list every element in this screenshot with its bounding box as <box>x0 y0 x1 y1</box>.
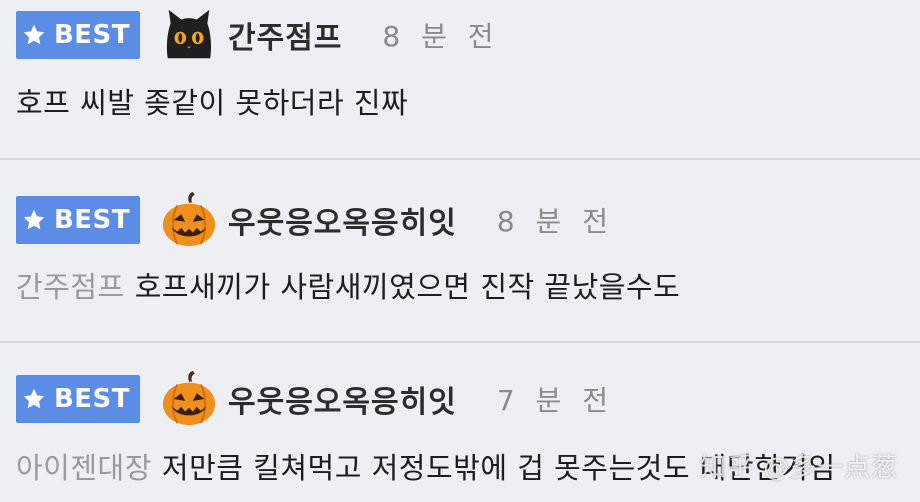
best-badge: BEST <box>16 375 140 423</box>
jack-o-lantern-icon[interactable] <box>160 370 218 428</box>
comment-text: 호프 씨발 좆같이 못하더라 진짜 <box>16 86 409 120</box>
timestamp: 7 분 전 <box>496 384 614 417</box>
comment-list: BEST 간주점프 8 분 전 호프 씨발 좆같이 못하더라 진짜 BEST 우… <box>0 0 920 502</box>
username[interactable]: 간주점프 <box>228 13 342 57</box>
comment-header: BEST 우웃응오옥응히잇 7 분 전 <box>16 369 614 429</box>
comment-header: BEST 간주점프 8 분 전 <box>16 5 500 65</box>
best-badge: BEST <box>16 11 140 59</box>
reply-to-username[interactable]: 간주점프 <box>16 270 125 304</box>
comment-body: 간주점프 호프새끼가 사람새끼였으면 진작 끝났을수도 <box>16 264 680 306</box>
jack-o-lantern-icon[interactable] <box>160 191 218 249</box>
badge-label: BEST <box>53 384 131 414</box>
comment-item: BEST 우웃응오옥응히잇 8 분 전 간주점프 호프새끼가 사람새끼였으면 진작… <box>0 160 920 341</box>
best-badge: BEST <box>16 196 140 244</box>
timestamp: 8 분 전 <box>382 20 500 53</box>
badge-label: BEST <box>53 20 131 50</box>
reply-to-username[interactable]: 아이젠대장 <box>16 451 152 485</box>
username[interactable]: 우웃응오옥응히잇 <box>228 377 457 421</box>
comment-text: 호프새끼가 사람새끼였으면 진작 끝났을수도 <box>134 270 681 304</box>
username[interactable]: 우웃응오옥응히잇 <box>228 198 457 242</box>
star-icon <box>23 388 45 409</box>
watermark: 知乎 @多一点葱 <box>700 453 899 483</box>
star-icon <box>23 209 45 230</box>
timestamp: 8 분 전 <box>496 205 614 238</box>
badge-label: BEST <box>53 205 131 235</box>
comment-header: BEST 우웃응오옥응히잇 8 분 전 <box>16 190 614 250</box>
black-cat-icon[interactable] <box>160 6 218 64</box>
comment-item: BEST 간주점프 8 분 전 호프 씨발 좆같이 못하더라 진짜 <box>0 0 920 158</box>
star-icon <box>23 24 45 45</box>
comment-body: 호프 씨발 좆같이 못하더라 진짜 <box>16 80 408 122</box>
